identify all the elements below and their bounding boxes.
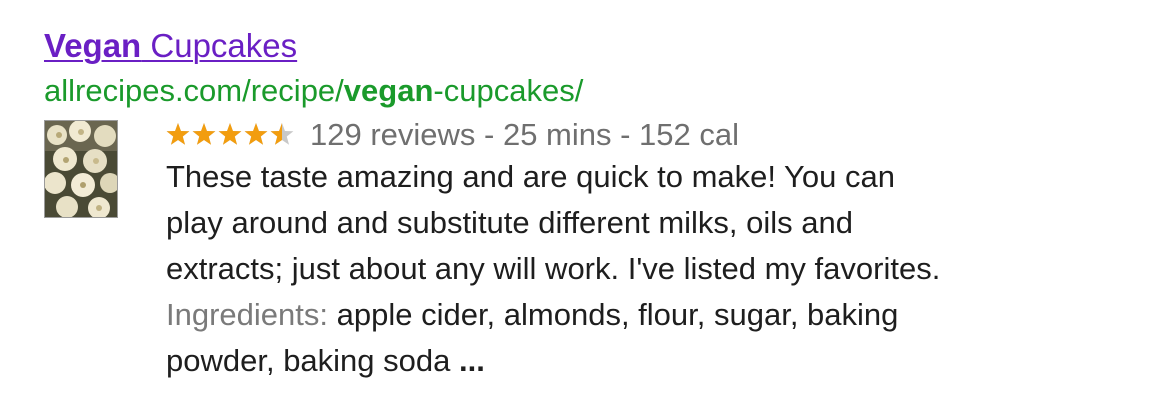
- description-text: These taste amazing and are quick to mak…: [166, 159, 941, 286]
- ellipsis: ...: [459, 343, 485, 378]
- star-icon: [166, 123, 190, 145]
- result-body: 129 reviews - 25 mins - 152 cal These ta…: [44, 116, 1124, 384]
- result-title-rest[interactable]: Cupcakes: [141, 27, 297, 64]
- url-prefix: allrecipes.com/recipe/: [44, 73, 344, 108]
- meta-text: 129 reviews - 25 mins - 152 cal: [310, 117, 740, 152]
- result-meta: 129 reviews - 25 mins - 152 cal: [166, 116, 1124, 154]
- star-rating-icons: [166, 123, 294, 145]
- star-icon: [244, 123, 268, 145]
- search-result: Vegan Cupcakes allrecipes.com/recipe/veg…: [44, 22, 1124, 384]
- result-content: 129 reviews - 25 mins - 152 cal These ta…: [166, 116, 1124, 384]
- result-snippet: These taste amazing and are quick to mak…: [166, 154, 1124, 384]
- star-icon: [192, 123, 216, 145]
- star-rating: [166, 122, 296, 148]
- result-title-keyword[interactable]: Vegan: [44, 27, 141, 64]
- cupcakes-photo: [45, 121, 117, 217]
- star-icon: [218, 123, 242, 145]
- ingredients-label: Ingredients:: [166, 297, 328, 332]
- url-suffix: -cupcakes/: [433, 73, 584, 108]
- cupcakes-thumbnail[interactable]: [44, 120, 118, 218]
- result-title-link[interactable]: Vegan Cupcakes: [44, 22, 297, 70]
- url-keyword: vegan: [343, 73, 434, 108]
- result-url: allrecipes.com/recipe/vegan-cupcakes/: [44, 70, 1124, 112]
